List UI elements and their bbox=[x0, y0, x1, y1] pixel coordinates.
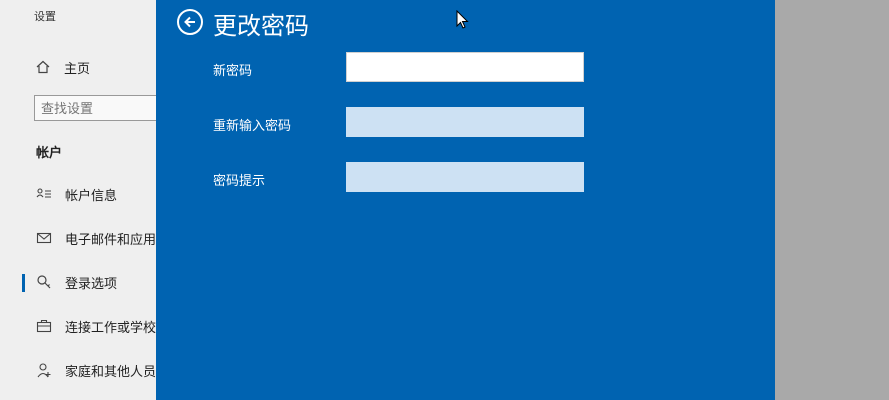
new-password-field[interactable] bbox=[346, 52, 584, 82]
confirm-password-field[interactable] bbox=[346, 107, 584, 137]
sidebar-item-family[interactable]: 家庭和其他人员 bbox=[0, 348, 156, 392]
search-input[interactable] bbox=[34, 95, 156, 121]
sidebar-item-label: 连接工作或学校 bbox=[65, 320, 156, 336]
sidebar-item-label: 电子邮件和应用 bbox=[65, 232, 156, 248]
key-icon bbox=[36, 274, 52, 290]
sidebar-item-email-apps[interactable]: 电子邮件和应用 bbox=[0, 216, 156, 260]
home-label: 主页 bbox=[64, 61, 91, 77]
new-password-label: 新密码 bbox=[213, 64, 253, 79]
app-title: 设置 bbox=[34, 10, 56, 23]
sidebar-item-sign-in-options[interactable]: 登录选项 bbox=[0, 260, 156, 304]
password-hint-label: 密码提示 bbox=[213, 174, 266, 189]
sidebar-item-label: 家庭和其他人员 bbox=[65, 364, 156, 380]
briefcase-icon bbox=[36, 318, 52, 334]
sidebar-item-account-info[interactable]: 帐户信息 bbox=[0, 172, 156, 216]
mail-icon bbox=[36, 230, 52, 246]
confirm-password-label: 重新输入密码 bbox=[213, 119, 292, 134]
dialog-title: 更改密码 bbox=[213, 12, 309, 40]
password-hint-field[interactable] bbox=[346, 162, 584, 192]
account-info-icon bbox=[36, 186, 52, 202]
home-nav-item[interactable]: 主页 bbox=[36, 58, 91, 77]
sidebar-item-label: 登录选项 bbox=[65, 276, 118, 292]
home-icon bbox=[36, 60, 50, 74]
account-nav-list: 帐户信息 电子邮件和应用 登录选项 连接工作或学校 家庭和其他人员 bbox=[0, 172, 156, 392]
section-title: 帐户 bbox=[36, 146, 63, 161]
settings-sidebar: 设置 主页 帐户 帐户信息 电子邮件和应用 登录选项 bbox=[0, 0, 156, 400]
sidebar-item-label: 帐户信息 bbox=[65, 188, 118, 204]
change-password-dialog: 更改密码 新密码 重新输入密码 密码提示 bbox=[156, 0, 775, 400]
back-button[interactable] bbox=[177, 9, 203, 35]
back-arrow-icon bbox=[184, 16, 195, 28]
mouse-cursor-icon bbox=[456, 10, 469, 29]
sidebar-item-work-school[interactable]: 连接工作或学校 bbox=[0, 304, 156, 348]
person-icon bbox=[36, 362, 52, 378]
